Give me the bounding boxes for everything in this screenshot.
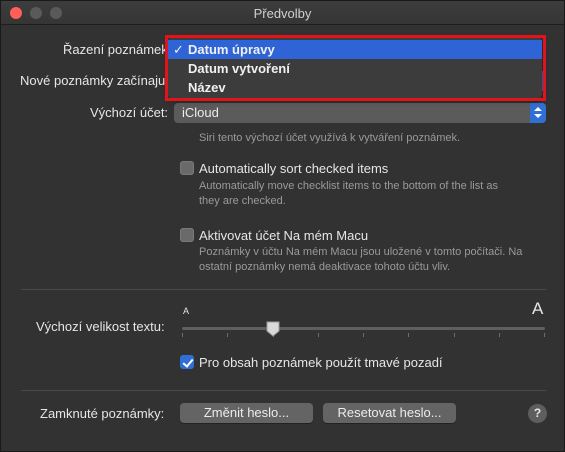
- default-account-select[interactable]: iCloud: [174, 103, 546, 123]
- text-size-slider[interactable]: [182, 327, 545, 330]
- slider-knob-icon[interactable]: [266, 321, 280, 337]
- help-icon[interactable]: ?: [528, 404, 547, 423]
- slider-tick: [182, 333, 183, 337]
- slider-tick: [454, 333, 455, 337]
- default-account-hint: Siri tento výchozí účet využívá k vytvář…: [199, 132, 461, 144]
- text-size-label: Výchozí velikost textu:: [36, 319, 165, 334]
- default-account-value: iCloud: [182, 105, 219, 120]
- slider-tick: [318, 333, 319, 337]
- dark-background-checkbox[interactable]: [180, 355, 194, 369]
- default-account-label: Výchozí účet:: [90, 105, 169, 120]
- change-password-button[interactable]: Změnit heslo...: [180, 403, 313, 423]
- auto-sort-label[interactable]: Automatically sort checked items: [199, 161, 388, 176]
- new-notes-label: Nové poznámky začínaju: [20, 73, 166, 88]
- slider-tick: [544, 333, 545, 337]
- reset-password-button[interactable]: Resetovat heslo...: [323, 403, 456, 423]
- on-my-mac-label[interactable]: Aktivovat účet Na mém Macu: [199, 228, 368, 243]
- preferences-window: Předvolby Řazení poznámek Nové poznámky …: [0, 0, 565, 452]
- on-my-mac-checkbox[interactable]: [180, 228, 194, 242]
- auto-sort-hint-line1: Automatically move checklist items to th…: [199, 180, 498, 192]
- slider-tick: [363, 333, 364, 337]
- annotation-highlight: [165, 35, 546, 101]
- window-title: Předvolby: [253, 6, 312, 21]
- slider-tick: [227, 333, 228, 337]
- large-text-glyph: A: [532, 299, 544, 318]
- divider: [21, 289, 546, 290]
- dark-background-label[interactable]: Pro obsah poznámek použít tmavé pozadí: [199, 355, 443, 370]
- slider-tick: [499, 333, 500, 337]
- auto-sort-checkbox[interactable]: [180, 161, 194, 175]
- slider-ticks: [182, 333, 545, 337]
- chevron-updown-icon: [530, 103, 546, 123]
- slider-tick: [408, 333, 409, 337]
- auto-sort-hint-line2: they are checked.: [199, 195, 286, 207]
- small-text-glyph: A: [183, 306, 190, 316]
- divider: [21, 390, 546, 391]
- locked-notes-label: Zamknuté poznámky:: [40, 406, 165, 421]
- on-my-mac-hint-line2: ostatní poznámky nemá deaktivace tohoto …: [199, 261, 451, 273]
- sort-label: Řazení poznámek: [63, 42, 168, 57]
- on-my-mac-hint-line1: Poznámky v účtu Na mém Macu jsou uložené…: [199, 246, 523, 258]
- title-bar: Předvolby: [1, 1, 564, 25]
